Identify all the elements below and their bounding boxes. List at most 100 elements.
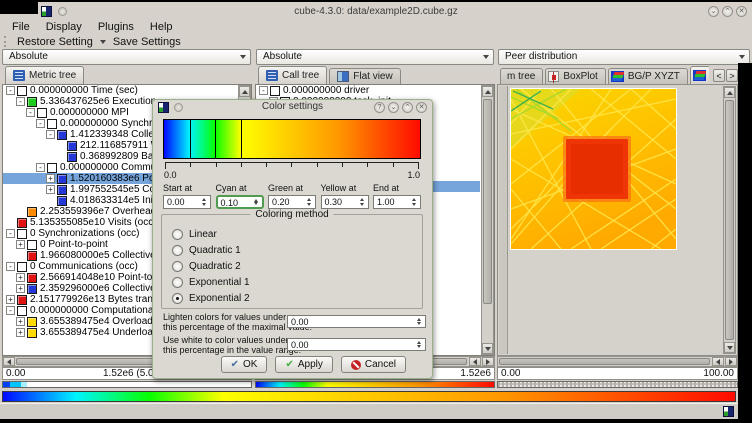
expander-icon[interactable]	[259, 86, 268, 95]
window-button[interactable]: ⌃	[722, 6, 733, 17]
spinbox[interactable]: 1.00	[373, 195, 421, 209]
coloring-method-radio[interactable]: Linear	[172, 226, 250, 242]
expander-icon[interactable]	[16, 240, 25, 249]
metric-mode-combo[interactable]: Absolute	[2, 49, 251, 65]
spinner-arrows-icon[interactable]	[415, 340, 423, 349]
scroll-up-button[interactable]	[239, 86, 250, 97]
dialog-titlebar-button[interactable]: ⌄	[388, 102, 399, 113]
window-button[interactable]: ⌄	[708, 6, 719, 17]
tree-row[interactable]: 0.000000000 Time (sec)	[3, 85, 251, 96]
expander-icon[interactable]	[46, 174, 55, 183]
scroll-right-button[interactable]	[482, 357, 494, 366]
expander-icon[interactable]	[26, 108, 35, 117]
tree-row-label: 5.336437625e6 Execution	[40, 96, 156, 107]
expander-icon[interactable]	[16, 273, 25, 282]
scroll-left-button[interactable]	[712, 357, 724, 366]
spinbox[interactable]: 0.20	[268, 195, 316, 209]
expander-icon[interactable]	[16, 284, 25, 293]
expander-icon[interactable]	[36, 163, 45, 172]
restore-setting-button[interactable]: Restore Setting	[17, 36, 93, 48]
scroll-down-button[interactable]	[724, 342, 735, 353]
chevron-down-icon[interactable]	[100, 40, 106, 44]
tab-metric-tree[interactable]: Metric tree	[5, 66, 84, 84]
window-button[interactable]: ✕	[736, 6, 747, 17]
system-mode-combo[interactable]: Peer distribution	[498, 49, 750, 65]
expander-icon[interactable]	[6, 306, 15, 315]
tab-flat-view[interactable]: Flat view	[329, 68, 400, 84]
expander-icon[interactable]	[16, 328, 25, 337]
expander-icon[interactable]	[6, 86, 15, 95]
expander-icon[interactable]	[6, 262, 15, 271]
save-settings-button[interactable]: Save Settings	[113, 36, 181, 48]
coloring-method-radio[interactable]: Quadratic 1	[172, 242, 250, 258]
expander-icon[interactable]	[6, 295, 15, 304]
color-stop-field: Start at 0.00	[163, 183, 211, 211]
scrollbar-thumb[interactable]	[725, 100, 734, 340]
spinbox[interactable]: 0.00	[163, 195, 211, 209]
scrollbar-thumb[interactable]	[483, 99, 492, 304]
spinner-arrows-icon[interactable]	[305, 197, 313, 207]
titlebar-menu-icon[interactable]	[58, 7, 67, 16]
tab-label: Flat view	[353, 71, 392, 82]
system-horizontal-scrollbar[interactable]	[497, 356, 738, 367]
spinner-arrows-icon[interactable]	[410, 197, 418, 207]
menu-item[interactable]: Help	[150, 21, 173, 33]
tab-scroll-left-button[interactable]: <	[713, 69, 725, 82]
scroll-up-button[interactable]	[724, 87, 735, 98]
coloring-method-radio[interactable]: Exponential 1	[172, 274, 250, 290]
scroll-left-button[interactable]	[469, 357, 481, 366]
tree-row-label: 2.151779926e13 Bytes transfe	[30, 294, 166, 305]
scroll-down-button[interactable]	[482, 343, 493, 354]
scroll-left-button[interactable]	[3, 357, 15, 366]
system-tab[interactable]: App 256x256	[690, 66, 709, 84]
topology-toolbar-strip[interactable]	[499, 86, 508, 354]
toolbar-handle[interactable]	[4, 36, 6, 47]
system-tab[interactable]: m tree	[500, 68, 543, 84]
dialog-titlebar-button[interactable]: ?	[374, 102, 385, 113]
menu-item[interactable]: Display	[46, 21, 82, 33]
spinner-arrows-icon[interactable]	[358, 197, 366, 207]
expander-icon[interactable]	[46, 185, 55, 194]
dialog-button[interactable]: Cancel	[341, 356, 406, 373]
menu-item[interactable]: File	[12, 21, 30, 33]
tree-row-label: 1.412339348 Colle	[70, 129, 154, 140]
tree-row-label: 5.135355085e10 Visits (occ)	[30, 217, 157, 228]
system-tab[interactable]: BG/P XYZT	[608, 68, 688, 84]
topology-heatmap[interactable]	[510, 88, 677, 250]
spinner-arrows-icon[interactable]	[415, 317, 423, 326]
dialog-titlebar[interactable]: Color settings ?⌄⌃✕	[153, 100, 432, 115]
system-tab[interactable]: BoxPlot	[545, 68, 605, 84]
expander-icon[interactable]	[16, 317, 25, 326]
expander-icon[interactable]	[6, 229, 15, 238]
coloring-method-radio[interactable]: Quadratic 2	[172, 258, 250, 274]
lighten-spinbox[interactable]: 0.00	[287, 315, 426, 328]
tab-scroll-right-button[interactable]: >	[726, 69, 738, 82]
spinbox[interactable]: 0.10	[216, 195, 264, 209]
expander-icon[interactable]	[46, 130, 55, 139]
expander-icon[interactable]	[16, 97, 25, 106]
tab-call-tree[interactable]: Call tree	[258, 66, 327, 84]
dialog-button[interactable]: Apply	[275, 356, 332, 373]
tree-row-label: 0.000000000 driver	[283, 85, 369, 96]
white-spinbox[interactable]: 0.00	[287, 338, 426, 351]
dialog-titlebar-button[interactable]: ✕	[416, 102, 427, 113]
menu-item[interactable]: Plugins	[98, 21, 134, 33]
expander-icon[interactable]	[36, 119, 45, 128]
radio-label: Quadratic 1	[189, 245, 241, 256]
system-vertical-scrollbar[interactable]	[723, 86, 736, 354]
spinner-arrows-icon[interactable]	[252, 198, 260, 206]
radio-icon	[172, 245, 183, 256]
call-value-colorbar	[255, 381, 495, 388]
dialog-titlebar-button[interactable]: ⌃	[402, 102, 413, 113]
scrollbar-thumb[interactable]	[499, 358, 710, 365]
spinner-arrows-icon[interactable]	[200, 197, 208, 207]
coloring-method-radio[interactable]: Exponential 2	[172, 290, 250, 306]
call-vertical-scrollbar[interactable]	[481, 85, 494, 355]
scroll-up-button[interactable]	[482, 86, 493, 97]
tree-row[interactable]: 0.000000000 driver	[256, 85, 494, 96]
call-mode-combo[interactable]: Absolute	[256, 49, 494, 65]
titlebar[interactable]: cube-4.3.0: data/example2D.cube.gz ⌄⌃✕	[0, 4, 752, 19]
dialog-button[interactable]: OK	[221, 356, 268, 373]
spinbox[interactable]: 0.30	[321, 195, 369, 209]
scroll-right-button[interactable]	[725, 357, 737, 366]
